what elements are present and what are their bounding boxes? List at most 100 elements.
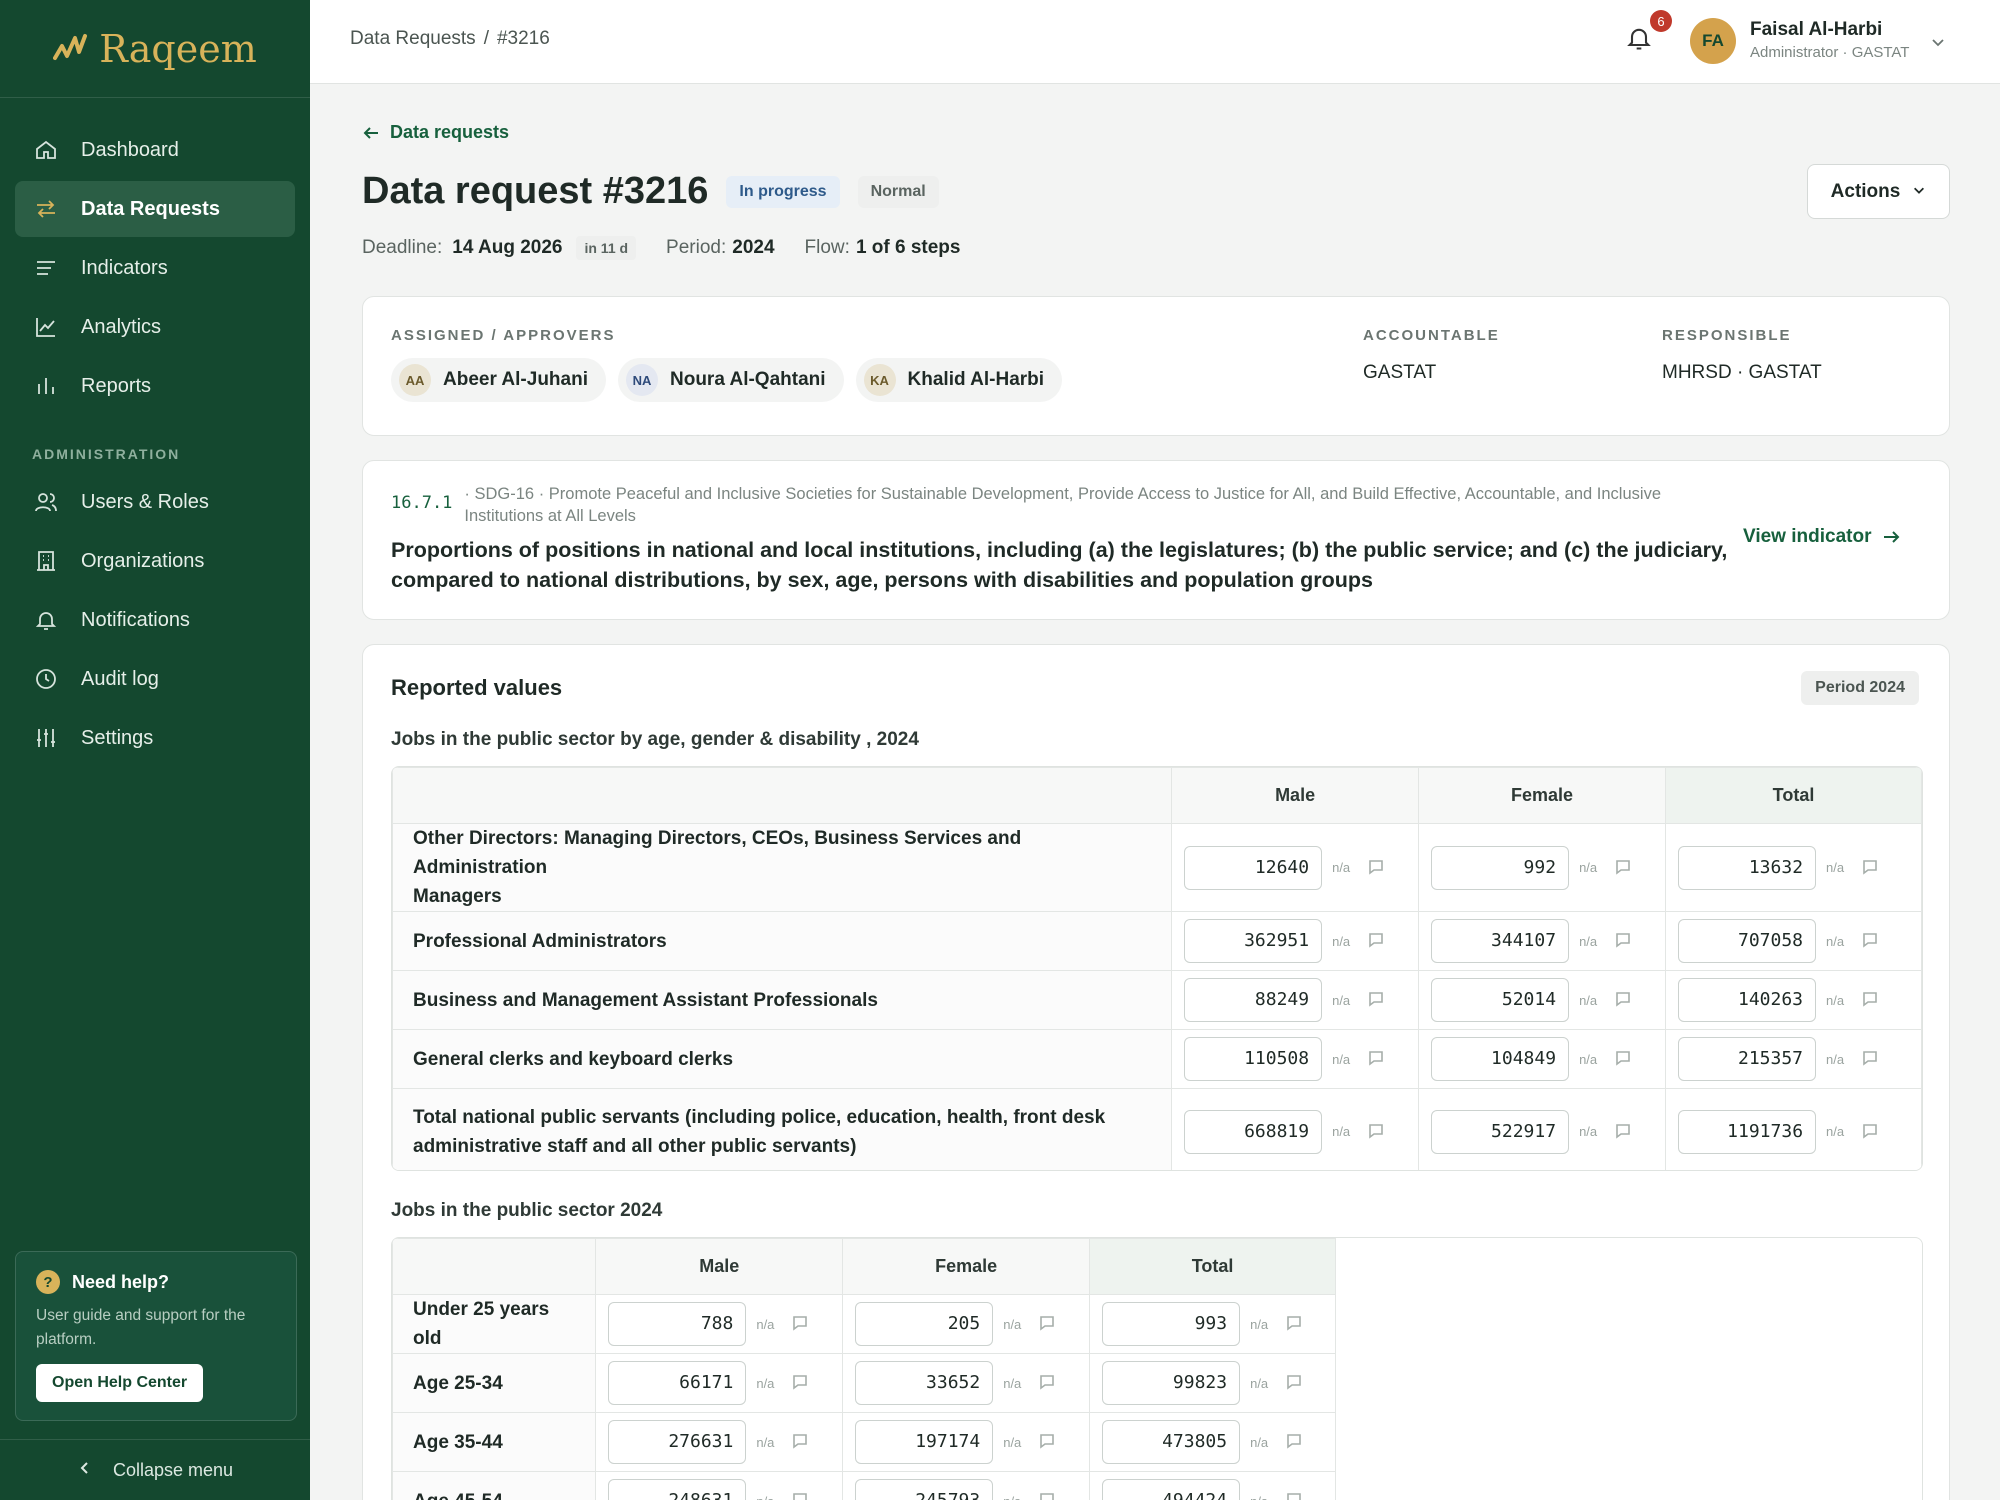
value-input[interactable]: 992 (1431, 845, 1570, 890)
open-help-center-button[interactable]: Open Help Center (36, 1364, 204, 1402)
na-toggle[interactable]: n/a (1003, 1317, 1029, 1332)
comment-icon[interactable] (1862, 991, 1880, 1009)
comment-icon[interactable] (1862, 1123, 1880, 1141)
comment-icon[interactable] (1039, 1433, 1057, 1451)
na-toggle[interactable]: n/a (1250, 1435, 1276, 1450)
value-input[interactable]: 494424 (1102, 1479, 1241, 1500)
na-toggle[interactable]: n/a (1003, 1494, 1029, 1500)
user-menu[interactable]: Faisal Al-Harbi Administrator · GASTAT (1750, 19, 1909, 61)
value-input[interactable]: 110508 (1184, 1037, 1323, 1081)
comment-icon[interactable] (1615, 1050, 1633, 1068)
comment-icon[interactable] (1286, 1492, 1304, 1500)
value-input[interactable]: 52014 (1431, 978, 1570, 1022)
value-input[interactable]: 88249 (1184, 978, 1323, 1022)
comment-icon[interactable] (1368, 1123, 1386, 1141)
comment-icon[interactable] (1286, 1374, 1304, 1392)
na-toggle[interactable]: n/a (756, 1435, 782, 1450)
sidebar-item-analytics[interactable]: Analytics (15, 299, 295, 355)
comment-icon[interactable] (1368, 859, 1386, 877)
comment-icon[interactable] (1862, 859, 1880, 877)
na-toggle[interactable]: n/a (1250, 1376, 1276, 1391)
comment-icon[interactable] (1286, 1433, 1304, 1451)
comment-icon[interactable] (1039, 1374, 1057, 1392)
comment-icon[interactable] (1615, 932, 1633, 950)
value-input[interactable]: 33652 (855, 1361, 994, 1405)
value-input[interactable]: 215357 (1678, 1037, 1817, 1081)
na-toggle[interactable]: n/a (1003, 1376, 1029, 1391)
comment-icon[interactable] (1615, 1123, 1633, 1141)
logo[interactable]: Raqeem (0, 0, 310, 98)
comment-icon[interactable] (1615, 859, 1633, 877)
breadcrumb-data-requests[interactable]: Data Requests (350, 28, 476, 50)
comment-icon[interactable] (1368, 932, 1386, 950)
actions-button[interactable]: Actions (1807, 164, 1950, 219)
value-input[interactable]: 668819 (1184, 1109, 1323, 1154)
value-input[interactable]: 707058 (1678, 919, 1817, 963)
approver-chip[interactable]: NA Noura Al-Qahtani (618, 358, 844, 402)
sidebar-item-organizations[interactable]: Organizations (15, 533, 295, 589)
comment-icon[interactable] (1286, 1315, 1304, 1333)
na-toggle[interactable]: n/a (1332, 993, 1358, 1008)
na-toggle[interactable]: n/a (1332, 860, 1358, 875)
na-toggle[interactable]: n/a (1579, 1052, 1605, 1067)
value-input[interactable]: 104849 (1431, 1037, 1570, 1081)
back-link[interactable]: Data requests (362, 122, 509, 143)
sidebar-item-users-roles[interactable]: Users & Roles (15, 474, 295, 530)
na-toggle[interactable]: n/a (1579, 860, 1605, 875)
collapse-menu-button[interactable]: Collapse menu (0, 1439, 310, 1500)
comment-icon[interactable] (1039, 1315, 1057, 1333)
value-input[interactable]: 473805 (1102, 1420, 1241, 1464)
value-input[interactable]: 362951 (1184, 919, 1323, 963)
sidebar-item-data-requests[interactable]: Data Requests (15, 181, 295, 237)
value-input[interactable]: 99823 (1102, 1361, 1241, 1405)
na-toggle[interactable]: n/a (1250, 1494, 1276, 1500)
comment-icon[interactable] (792, 1492, 810, 1500)
value-input[interactable]: 993 (1102, 1302, 1241, 1346)
approver-chip[interactable]: AA Abeer Al-Juhani (391, 358, 606, 402)
notifications-bell-icon[interactable] (1625, 24, 1655, 54)
value-input[interactable]: 1191736 (1678, 1109, 1817, 1154)
value-input[interactable]: 12640 (1184, 845, 1323, 890)
comment-icon[interactable] (792, 1433, 810, 1451)
na-toggle[interactable]: n/a (1826, 1124, 1852, 1139)
value-input[interactable]: 66171 (608, 1361, 747, 1405)
na-toggle[interactable]: n/a (756, 1317, 782, 1332)
na-toggle[interactable]: n/a (756, 1494, 782, 1500)
approver-chip[interactable]: KA Khalid Al-Harbi (855, 358, 1063, 402)
avatar[interactable]: FA (1690, 18, 1736, 64)
na-toggle[interactable]: n/a (1250, 1317, 1276, 1332)
sidebar-item-notifications[interactable]: Notifications (15, 592, 295, 648)
value-input[interactable]: 13632 (1678, 845, 1817, 890)
value-input[interactable]: 197174 (855, 1420, 994, 1464)
na-toggle[interactable]: n/a (1579, 993, 1605, 1008)
comment-icon[interactable] (792, 1315, 810, 1333)
view-indicator-link[interactable]: View indicator (1743, 526, 1901, 548)
na-toggle[interactable]: n/a (1579, 934, 1605, 949)
value-input[interactable]: 140263 (1678, 978, 1817, 1022)
value-input[interactable]: 522917 (1431, 1109, 1570, 1154)
sidebar-item-reports[interactable]: Reports (15, 358, 295, 414)
na-toggle[interactable]: n/a (1826, 860, 1852, 875)
comment-icon[interactable] (1039, 1492, 1057, 1500)
na-toggle[interactable]: n/a (756, 1376, 782, 1391)
na-toggle[interactable]: n/a (1826, 934, 1852, 949)
na-toggle[interactable]: n/a (1332, 1124, 1358, 1139)
na-toggle[interactable]: n/a (1332, 1052, 1358, 1067)
comment-icon[interactable] (792, 1374, 810, 1392)
value-input[interactable]: 788 (608, 1302, 747, 1346)
comment-icon[interactable] (1615, 991, 1633, 1009)
chevron-down-icon[interactable] (1930, 34, 1946, 50)
na-toggle[interactable]: n/a (1332, 934, 1358, 949)
comment-icon[interactable] (1368, 1050, 1386, 1068)
value-input[interactable]: 276631 (608, 1420, 747, 1464)
comment-icon[interactable] (1368, 991, 1386, 1009)
value-input[interactable]: 245793 (855, 1479, 994, 1500)
sidebar-item-dashboard[interactable]: Dashboard (15, 122, 295, 178)
na-toggle[interactable]: n/a (1579, 1124, 1605, 1139)
value-input[interactable]: 344107 (1431, 919, 1570, 963)
na-toggle[interactable]: n/a (1826, 1052, 1852, 1067)
comment-icon[interactable] (1862, 932, 1880, 950)
na-toggle[interactable]: n/a (1826, 993, 1852, 1008)
sidebar-item-settings[interactable]: Settings (15, 710, 295, 766)
value-input[interactable]: 248631 (608, 1479, 747, 1500)
